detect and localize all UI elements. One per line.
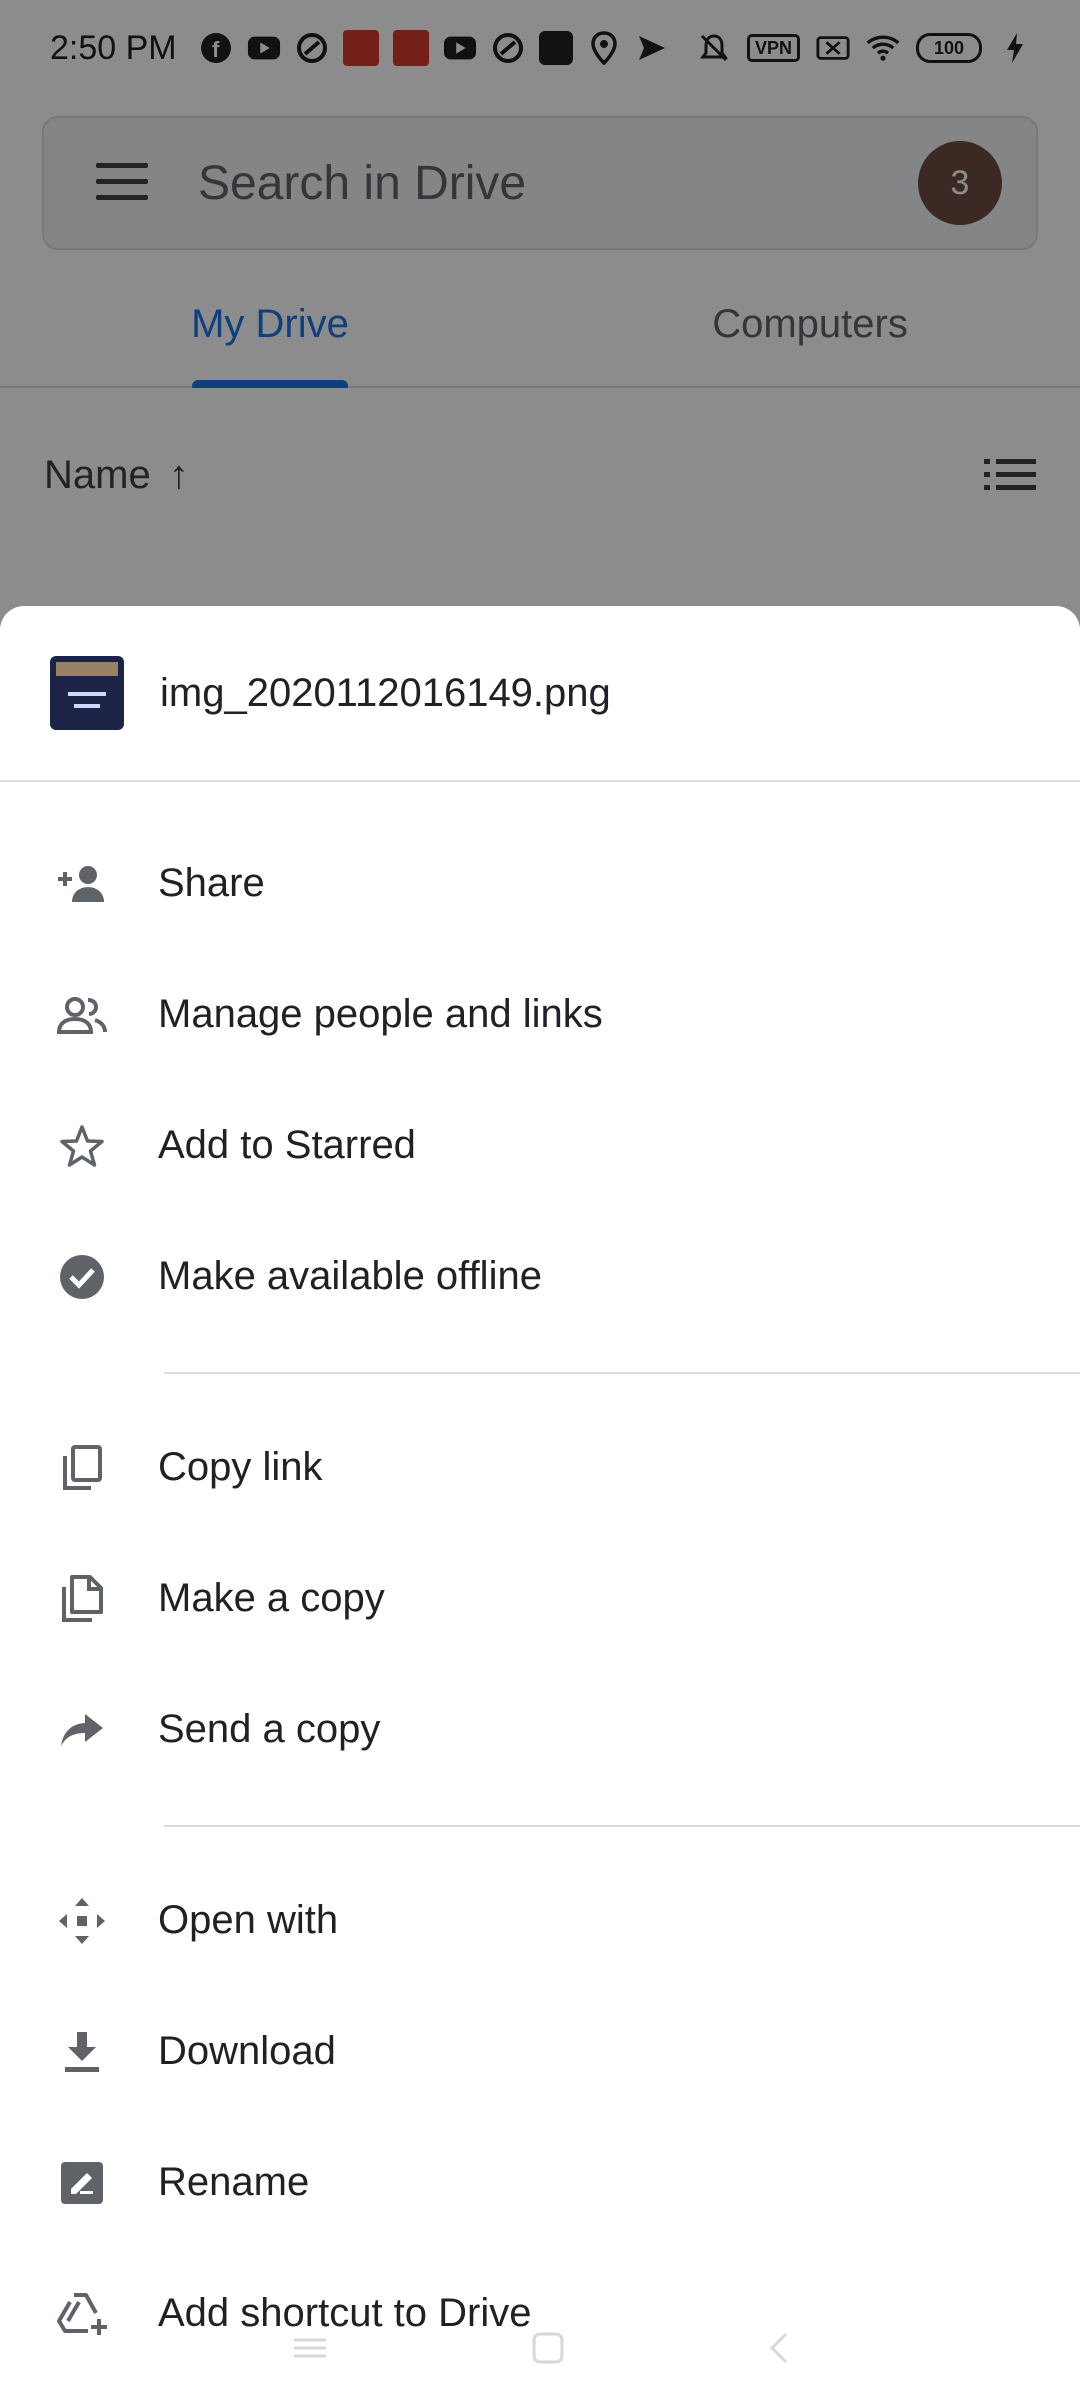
menu-item-label: Make a copy — [158, 1576, 385, 1620]
menu-item-label: Make available offline — [158, 1254, 542, 1298]
menu-item-manage-people[interactable]: Manage people and links — [0, 949, 1080, 1080]
menu-item-download[interactable]: Download — [0, 1986, 1080, 2117]
nav-home-icon[interactable] — [530, 2330, 566, 2371]
nav-back-icon[interactable] — [766, 2330, 790, 2371]
drive-screen: 2:50 PM f VPN 100 Search in Drive 3 My D… — [0, 0, 1080, 2400]
menu-item-label: Share — [158, 861, 265, 905]
file-copy-icon — [56, 1573, 108, 1625]
download-icon — [56, 2026, 108, 2078]
forward-icon — [56, 1704, 108, 1756]
menu-item-make-offline[interactable]: Make available offline — [0, 1211, 1080, 1342]
menu-item-label: Add to Starred — [158, 1123, 416, 1167]
menu-item-share[interactable]: Share — [0, 818, 1080, 949]
file-name: img_2020112016149.png — [160, 670, 611, 715]
nav-menu-icon[interactable] — [290, 2336, 330, 2365]
menu-item-label: Manage people and links — [158, 992, 603, 1036]
section-divider — [164, 1825, 1080, 1827]
menu-item-label: Copy link — [158, 1445, 323, 1489]
menu-item-send-a-copy[interactable]: Send a copy — [0, 1664, 1080, 1795]
menu-item-rename[interactable]: Rename — [0, 2117, 1080, 2248]
menu-item-make-a-copy[interactable]: Make a copy — [0, 1533, 1080, 1664]
star-icon — [56, 1120, 108, 1172]
menu-item-label: Send a copy — [158, 1707, 381, 1751]
people-icon — [56, 989, 108, 1041]
menu-item-label: Open with — [158, 1898, 339, 1942]
file-thumbnail — [50, 656, 124, 730]
copy-link-icon — [56, 1442, 108, 1494]
menu-item-label: Download — [158, 2029, 336, 2073]
person-add-icon — [56, 858, 108, 910]
menu-item-label: Rename — [158, 2160, 310, 2204]
offline-check-icon — [56, 1251, 108, 1303]
system-nav-bar — [0, 2300, 1080, 2400]
rename-icon — [56, 2157, 108, 2209]
menu-item-open-with[interactable]: Open with — [0, 1855, 1080, 1986]
menu-item-add-to-starred[interactable]: Add to Starred — [0, 1080, 1080, 1211]
file-actions-sheet: img_2020112016149.png Share Manage peopl… — [0, 606, 1080, 2400]
menu-item-copy-link[interactable]: Copy link — [0, 1402, 1080, 1533]
section-divider — [164, 1372, 1080, 1374]
sheet-header: img_2020112016149.png — [0, 606, 1080, 782]
open-with-icon — [56, 1895, 108, 1947]
